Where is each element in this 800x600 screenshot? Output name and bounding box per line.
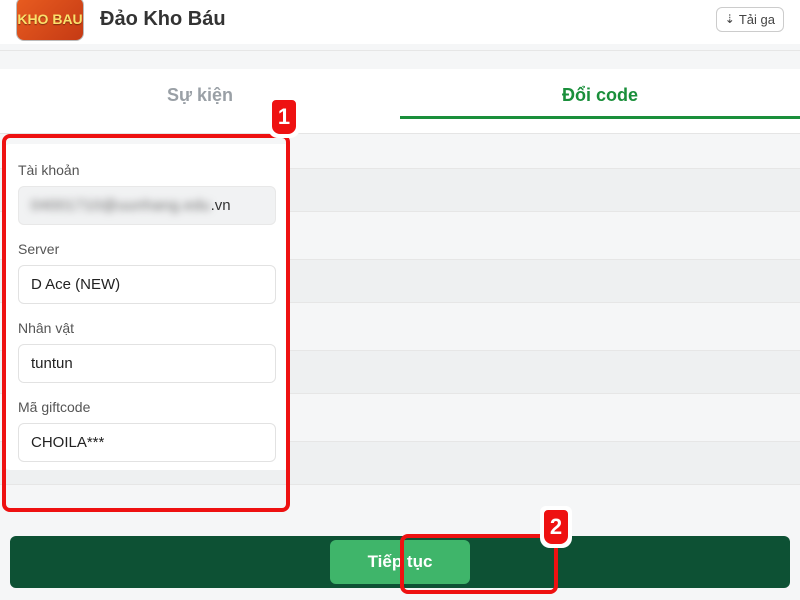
download-icon: ⇣ [725, 12, 735, 26]
giftcode-label: Mã giftcode [18, 399, 276, 415]
account-input[interactable]: 04001710@uunhang.edu .vn [18, 186, 276, 225]
server-select[interactable]: D Ace (NEW) [18, 265, 276, 304]
app-icon: KHO BAU [16, 0, 84, 41]
step-badge-2: 2 [542, 508, 570, 546]
continue-button[interactable]: Tiếp tục [330, 540, 470, 584]
step-2-number: 2 [550, 514, 562, 540]
server-label: Server [18, 241, 276, 257]
account-label: Tài khoản [18, 162, 276, 178]
download-label: Tải ga [739, 12, 775, 27]
tab-event[interactable]: Sự kiện [0, 69, 400, 133]
step-badge-1: 1 [270, 98, 298, 136]
app-title: Đảo Kho Báu [100, 8, 226, 31]
tab-redeem[interactable]: Đổi code [400, 69, 800, 133]
giftcode-input[interactable]: CHOILA*** [18, 423, 276, 462]
continue-bar: Tiếp tục [10, 536, 790, 588]
tabs: Sự kiện Đổi code [0, 69, 800, 134]
account-value-blurred: 04001710@uunhang.edu [31, 197, 211, 214]
account-suffix: .vn [211, 197, 231, 214]
character-label: Nhân vật [18, 320, 276, 336]
form-card: Tài khoản 04001710@uunhang.edu .vn Serve… [4, 144, 290, 470]
field-giftcode: Mã giftcode CHOILA*** [18, 399, 276, 462]
field-character: Nhân vật tuntun [18, 320, 276, 383]
continue-row: Tiếp tục [10, 536, 790, 588]
field-account: Tài khoản 04001710@uunhang.edu .vn [18, 162, 276, 225]
field-server: Server D Ace (NEW) [18, 241, 276, 304]
step-1-number: 1 [278, 104, 290, 130]
tab-redeem-label: Đổi code [562, 85, 638, 105]
header-separator [0, 50, 800, 51]
character-input[interactable]: tuntun [18, 344, 276, 383]
page-root: KHO BAU Đảo Kho Báu ⇣ Tải ga Sự kiện Đổi… [0, 0, 800, 600]
header: KHO BAU Đảo Kho Báu ⇣ Tải ga [0, 0, 800, 44]
redeem-form: Tài khoản 04001710@uunhang.edu .vn Serve… [0, 140, 800, 470]
download-button[interactable]: ⇣ Tải ga [716, 7, 784, 32]
tab-event-label: Sự kiện [167, 85, 233, 105]
